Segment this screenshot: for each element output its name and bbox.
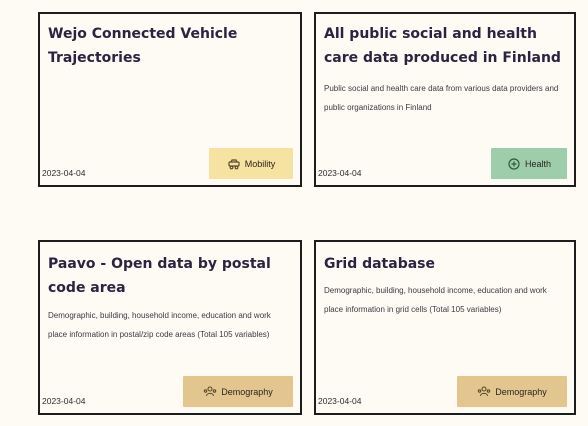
mobility-icon [227,157,241,171]
dataset-card-wejo[interactable]: Wejo Connected Vehicle Trajectories 2023… [38,12,302,187]
card-description: Public social and health care data from … [324,84,559,112]
card-title[interactable]: Paavo - Open data by postal code area [48,252,282,300]
card-title[interactable]: Wejo Connected Vehicle Trajectories [48,22,280,70]
tag-health[interactable]: Health [491,148,567,179]
card-date: 2023-04-04 [42,168,86,178]
tag-label: Mobility [244,158,276,169]
dataset-card-paavo[interactable]: Paavo - Open data by postal code area De… [38,240,302,415]
card-title[interactable]: Grid database [324,252,566,276]
dataset-card-social-health[interactable]: All public social and health care data p… [314,12,576,187]
dataset-card-grid-database[interactable]: Grid database Demographic, building, hou… [314,240,576,415]
tag-label: Health [524,158,551,169]
tag-demography[interactable]: Demography [457,376,567,407]
card-description: Demographic, building, household income,… [324,286,547,314]
card-description: Demographic, building, household income,… [48,311,271,339]
demography-icon [203,385,217,399]
health-icon [507,157,521,171]
tag-mobility[interactable]: Mobility [209,148,293,179]
tag-label: Demography [495,386,547,397]
tag-demography[interactable]: Demography [183,376,293,407]
card-date: 2023-04-04 [318,168,362,178]
card-title[interactable]: All public social and health care data p… [324,22,566,70]
tag-label: Demography [221,386,273,397]
card-date: 2023-04-04 [42,396,86,406]
demography-icon [477,385,491,399]
card-date: 2023-04-04 [318,396,362,406]
